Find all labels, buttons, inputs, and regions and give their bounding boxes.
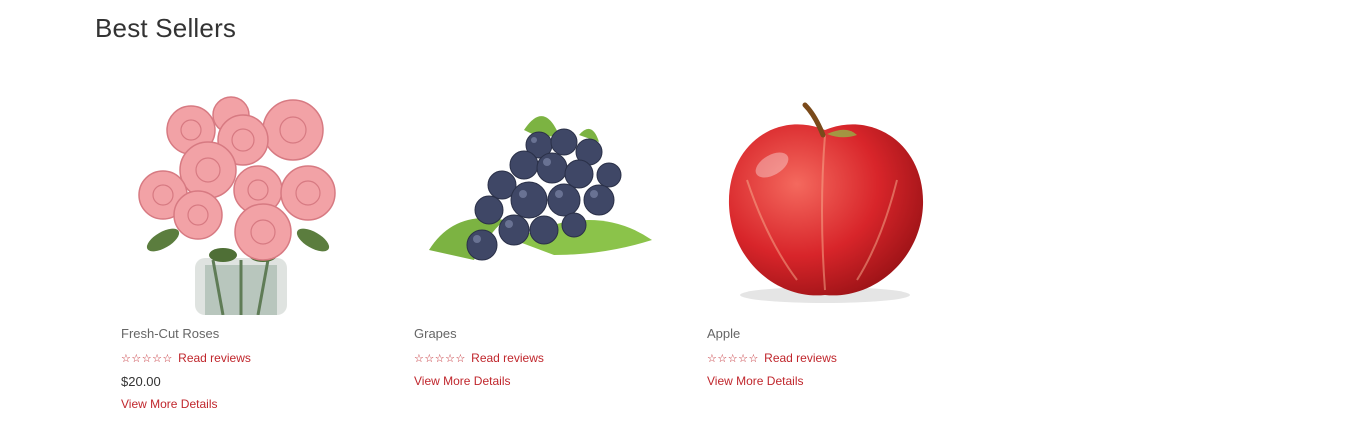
product-name[interactable]: Apple <box>707 326 740 341</box>
product-name[interactable]: Fresh-Cut Roses <box>121 326 219 341</box>
read-reviews-link[interactable]: Read reviews <box>764 351 837 365</box>
rating-row: ☆☆☆☆☆ Read reviews <box>414 351 544 365</box>
read-reviews-link[interactable]: Read reviews <box>471 351 544 365</box>
section-title: Best Sellers <box>95 13 237 43</box>
view-more-details-link[interactable]: View More Details <box>707 374 803 388</box>
product-image-roses[interactable] <box>113 90 363 315</box>
view-more-details-link[interactable]: View More Details <box>121 397 217 411</box>
read-reviews-link[interactable]: Read reviews <box>178 351 251 365</box>
star-rating-icon: ☆☆☆☆☆ <box>707 353 759 365</box>
rating-row: ☆☆☆☆☆ Read reviews <box>121 351 251 365</box>
product-price: $20.00 <box>121 374 161 389</box>
roses-image <box>138 96 336 315</box>
grapes-image <box>429 116 652 261</box>
product-image-apple[interactable] <box>707 90 957 315</box>
star-rating-icon: ☆☆☆☆☆ <box>414 353 466 365</box>
star-rating-icon: ☆☆☆☆☆ <box>121 353 173 365</box>
rating-row: ☆☆☆☆☆ Read reviews <box>707 351 837 365</box>
product-name[interactable]: Grapes <box>414 326 457 341</box>
apple-image <box>728 102 924 303</box>
product-image-grapes[interactable] <box>414 90 664 315</box>
view-more-details-link[interactable]: View More Details <box>414 374 510 388</box>
